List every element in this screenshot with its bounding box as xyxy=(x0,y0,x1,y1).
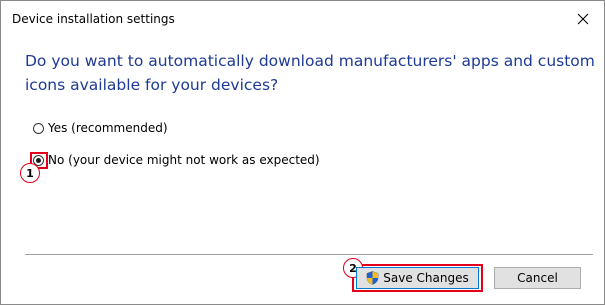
question-text: Do you want to automatically download ma… xyxy=(25,52,595,94)
option-no[interactable]: No (your device might not work as expect… xyxy=(33,153,320,167)
close-button[interactable] xyxy=(564,5,602,33)
save-changes-button[interactable]: Save Changes xyxy=(356,267,479,289)
uac-shield-icon xyxy=(366,271,379,285)
radio-yes[interactable] xyxy=(33,122,44,134)
save-changes-label: Save Changes xyxy=(383,271,469,285)
dialog-window: Device installation settings Do you want… xyxy=(0,0,605,305)
close-icon xyxy=(577,13,589,25)
option-yes-label: Yes (recommended) xyxy=(48,121,168,135)
cancel-label: Cancel xyxy=(517,271,558,285)
option-yes[interactable]: Yes (recommended) xyxy=(33,121,168,135)
step1-badge: 1 xyxy=(20,163,40,183)
option-no-label: No (your device might not work as expect… xyxy=(48,153,320,167)
window-title: Device installation settings xyxy=(12,12,175,26)
divider xyxy=(25,254,593,255)
cancel-button[interactable]: Cancel xyxy=(494,267,581,289)
